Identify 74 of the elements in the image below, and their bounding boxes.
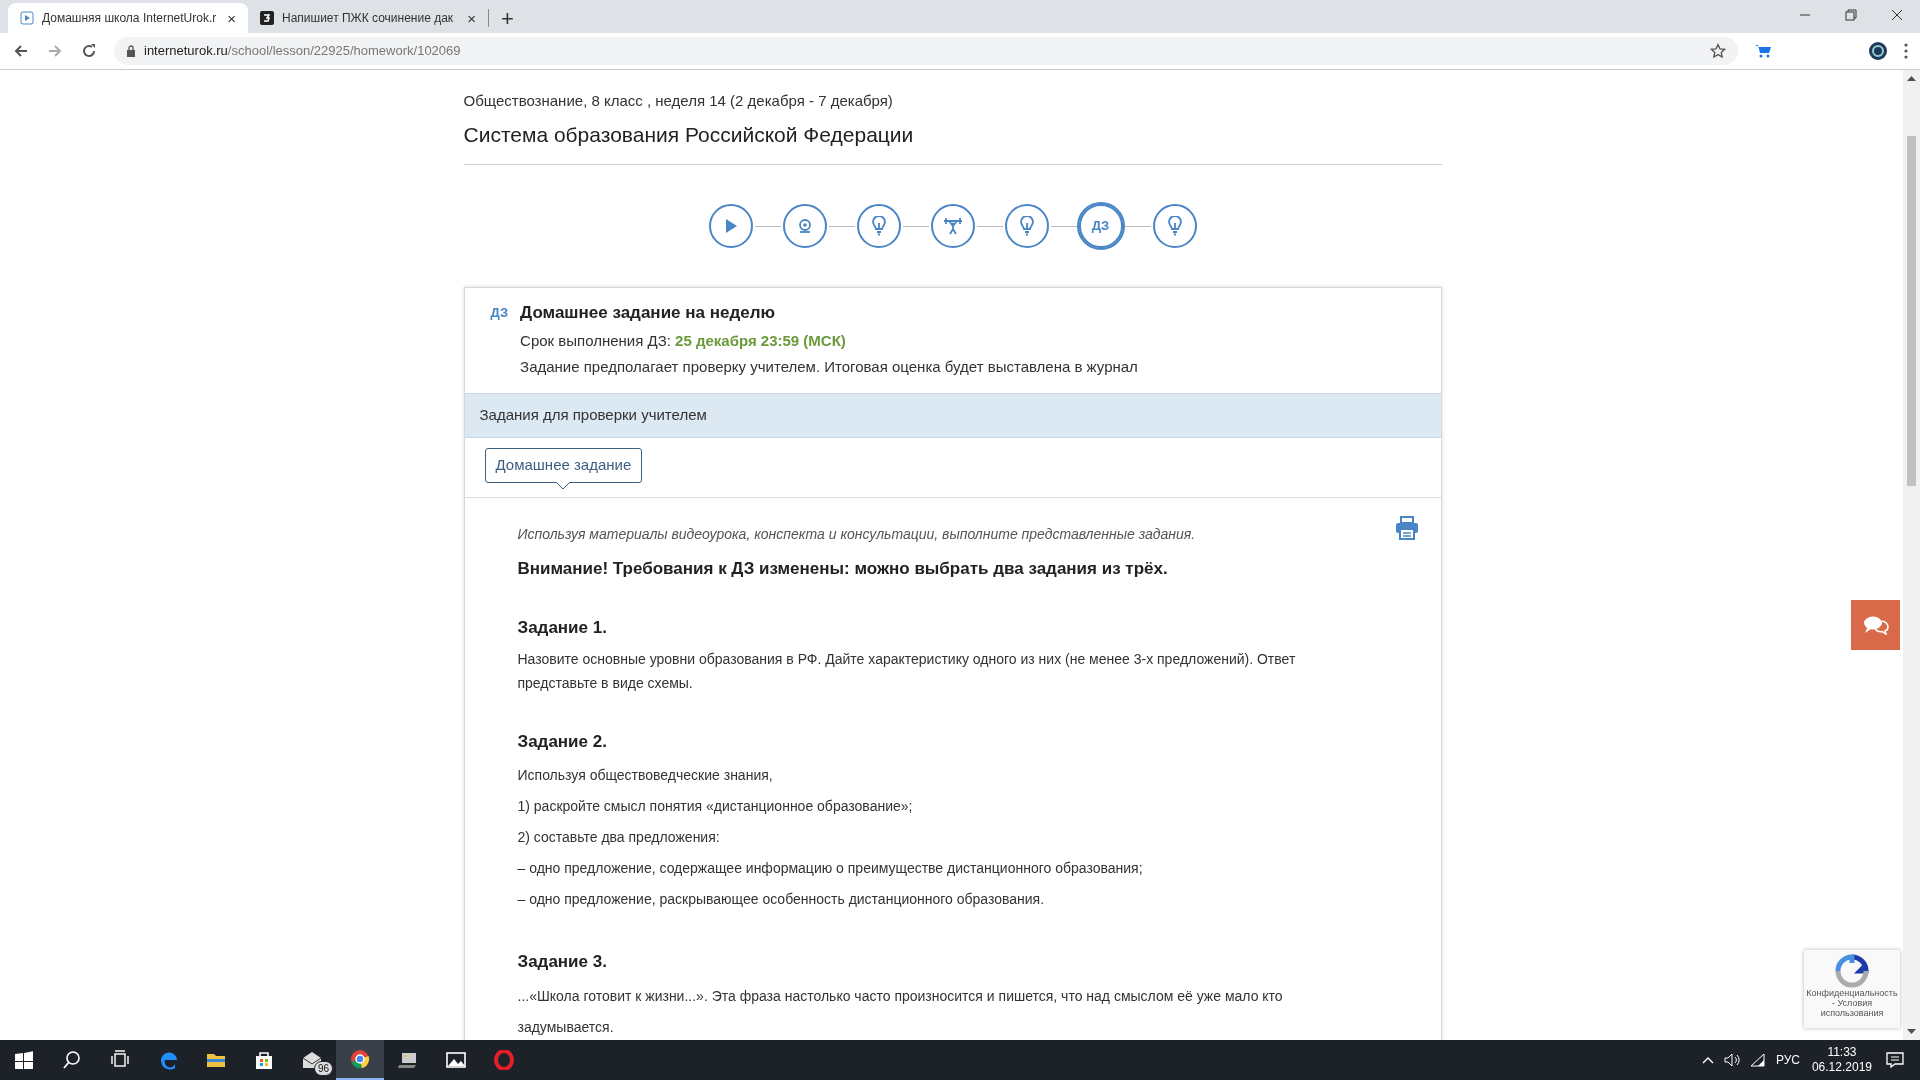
page-title: Система образования Российской Федерации (463, 118, 1442, 165)
play-icon (20, 11, 34, 25)
chat-bubbles-icon (1862, 615, 1889, 635)
url-path: /school/lesson/22925/homework/102069 (227, 43, 461, 59)
task-heading: Задание 3. (517, 951, 608, 973)
task-text: 1) раскройте смысл понятия «дистанционное образование»; (517, 797, 914, 816)
address-bar[interactable]: interneturok.ru/school/lesson/22925/homework/102069 (114, 37, 1738, 65)
deadline-text: Срок выполнения ДЗ: 25 декабря 23:59 (МСК) (520, 330, 847, 351)
task-text: 2) составьте два предложения: (517, 828, 721, 847)
tab-title: Домашняя школа InternetUrok.r (42, 10, 218, 27)
task-text: Назовите основные уровни образования в РФ. Дайте характеристику одного из них (не менее 3-х предложений). Ответ представьте в виде схемы. (517, 649, 1297, 693)
new-tab-button[interactable]: + (501, 8, 514, 30)
recaptcha-logo-icon (1835, 954, 1869, 988)
star-icon[interactable] (1710, 43, 1726, 59)
language-indicator[interactable]: РУС (1775, 1051, 1800, 1069)
clock-time[interactable]: 11:33 (1827, 1045, 1857, 1060)
menu-icon[interactable] (1904, 43, 1908, 59)
cart-icon[interactable] (1754, 43, 1772, 59)
card-note: Задание предполагает проверку учителем. Итоговая оценка будет выставлена в журнал (520, 357, 1138, 377)
recaptcha-badge[interactable]: Конфиденциальность - Условия использования (1804, 950, 1900, 1028)
scroll-down-icon[interactable] (1907, 1029, 1916, 1035)
opera-browser-icon[interactable] (494, 1050, 514, 1070)
shopping-bag-icon[interactable] (254, 1050, 274, 1070)
photos-icon[interactable] (446, 1050, 466, 1070)
chrome-browser-icon[interactable] (350, 1049, 370, 1069)
windows-start-icon[interactable] (15, 1051, 33, 1069)
task-text: Используя обществоведческие знания, (517, 766, 774, 785)
notifications-icon[interactable] (1886, 1052, 1904, 1068)
reload-icon[interactable] (80, 42, 98, 60)
edge-browser-icon[interactable] (158, 1050, 178, 1070)
lightbulb-icon (871, 216, 886, 236)
section-band: Задания для проверки учителем (464, 392, 1441, 438)
task-heading: Задание 2. (517, 730, 608, 753)
tab-title: Напишиет ПЖК сочинение дак (282, 10, 455, 27)
scroll-up-icon[interactable] (1907, 75, 1916, 81)
laptop-app-icon[interactable] (398, 1050, 418, 1070)
clock-date[interactable]: 06.12.2019 (1811, 1060, 1872, 1075)
search-icon[interactable] (62, 1050, 82, 1070)
notice-text: Внимание! Требования к ДЗ изменены: можно выбрать два задания из трёх. (517, 557, 1169, 580)
close-icon[interactable]: × (467, 10, 476, 26)
hw-label: ДЗ (490, 304, 509, 322)
homework-tab[interactable]: Домашнее задание (484, 447, 643, 483)
tray-chevron-icon[interactable] (1701, 1056, 1714, 1064)
letter-logo-icon (260, 11, 274, 25)
task-text: – одно предложение, раскрывающее особенность дистанционного образования. (517, 890, 1046, 909)
chat-button[interactable] (1851, 600, 1900, 650)
recaptcha-links[interactable]: Конфиденциальность - Условия использования (1804, 988, 1900, 1018)
close-icon[interactable]: × (227, 10, 236, 26)
scrollbar-thumb[interactable] (1907, 136, 1916, 486)
scrollbar[interactable] (1903, 70, 1920, 1040)
lightbulb-icon (1167, 216, 1182, 236)
webcam-icon (796, 218, 813, 234)
profile-avatar-icon[interactable] (1868, 41, 1888, 61)
lock-icon (126, 45, 136, 57)
network-icon[interactable] (1749, 1053, 1766, 1067)
weightlifter-icon (942, 217, 963, 235)
card-title: Домашнее задание на неделю (520, 302, 776, 324)
print-icon[interactable] (1394, 515, 1419, 540)
task-text: – одно предложение, содержащее информацию о преимуществе дистанционного образования; (517, 859, 1144, 878)
task-heading: Задание 1. (517, 617, 608, 639)
breadcrumb: Обществознание, 8 класс , неделя 14 (2 декабря - 7 декабря) (463, 91, 894, 111)
intro-text: Используя материалы видеоурока, конспекта и консультации, выполните представленные задания. (517, 524, 1197, 544)
task-view-icon[interactable] (110, 1050, 130, 1070)
browser-tab[interactable]: Домашняя школа InternetUrok.r × (8, 3, 248, 33)
play-icon (723, 218, 738, 234)
url-host: interneturok.ru (144, 43, 228, 59)
step-label: ДЗ (1091, 217, 1110, 236)
tab-pointer-icon (556, 481, 571, 489)
task-text: ...«Школа готовит к жизни...». Эта фраза настолько часто произносится и пишется, что над смыслом её уже мало кто задумывается. (517, 986, 1284, 1037)
mail-count-badge: 96 (313, 1061, 333, 1076)
lesson-step[interactable]: ДЗ (1076, 202, 1125, 250)
lightbulb-icon (1019, 216, 1034, 236)
volume-icon[interactable] (1723, 1053, 1740, 1067)
browser-tab[interactable]: Напишиет ПЖК сочинение дак × (248, 3, 488, 33)
